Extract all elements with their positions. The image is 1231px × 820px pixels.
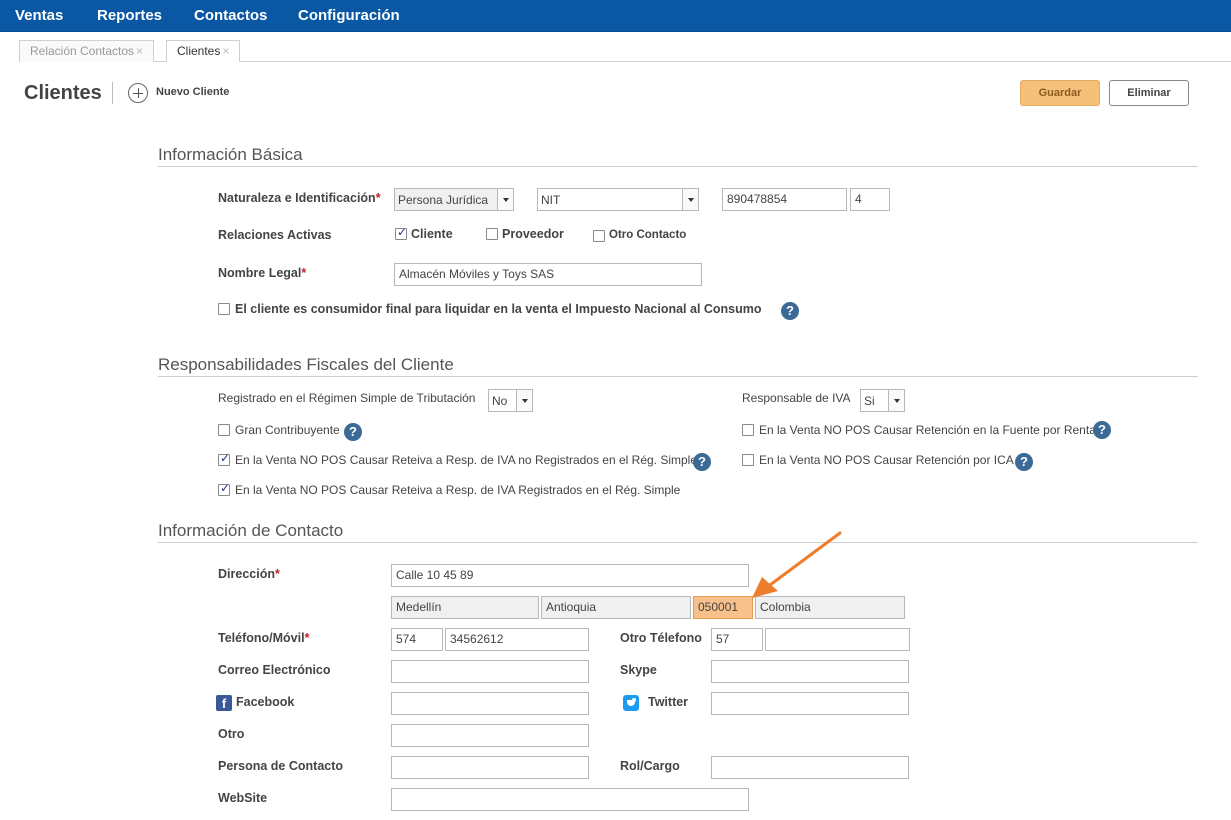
otro-telefono-numero-input[interactable]: [765, 628, 910, 651]
tab-relacion-contactos[interactable]: Relación Contactos ×: [19, 40, 155, 62]
nombre-legal-input[interactable]: Almacén Móviles y Toys SAS: [394, 263, 702, 286]
consumidor-final-checkbox[interactable]: [218, 303, 230, 315]
telefono-indicativo-input[interactable]: 574: [391, 628, 443, 651]
tab-label: Relación Contactos: [30, 44, 135, 58]
section-divider: [158, 376, 1198, 377]
cliente-checkbox[interactable]: [395, 225, 407, 240]
consumidor-final-label: El cliente es consumidor final para liqu…: [235, 302, 762, 316]
chevron-down-icon: [516, 390, 532, 411]
otro-telefono-label: Otro Télefono: [620, 631, 702, 645]
question-circle-icon[interactable]: ?: [781, 302, 799, 320]
iva-label: Responsable de IVA: [742, 391, 851, 405]
gran-contribuyente-checkbox[interactable]: [218, 424, 230, 436]
skype-label: Skype: [620, 663, 657, 677]
direccion-label: Dirección*: [218, 567, 280, 581]
website-input[interactable]: [391, 788, 749, 811]
retencion-ica-label: En la Venta NO POS Causar Retención por …: [759, 453, 1014, 467]
tab-label: Clientes: [177, 44, 221, 58]
nav-configuracion[interactable]: Configuración: [298, 0, 400, 32]
select-value: Persona Jurídica: [398, 193, 489, 207]
nav-ventas[interactable]: Ventas: [15, 0, 63, 32]
question-circle-icon[interactable]: ?: [1015, 453, 1033, 471]
facebook-input[interactable]: [391, 692, 589, 715]
tipo-persona-select[interactable]: Persona Jurídica: [394, 188, 514, 211]
rol-input[interactable]: [711, 756, 909, 779]
telefono-numero-input[interactable]: 34562612: [445, 628, 589, 651]
question-circle-icon[interactable]: ?: [344, 423, 362, 441]
annotation-arrow: [752, 531, 842, 598]
retencion-fuente-checkbox[interactable]: [742, 424, 754, 436]
delete-button[interactable]: Eliminar: [1109, 80, 1189, 106]
page-title: Clientes: [24, 82, 102, 104]
question-circle-icon[interactable]: ?: [1093, 421, 1111, 439]
skype-input[interactable]: [711, 660, 909, 683]
otro-contacto-checkbox[interactable]: [593, 230, 605, 242]
section-title-basic: Información Básica: [158, 145, 303, 164]
close-icon[interactable]: ×: [136, 44, 143, 58]
otro-input[interactable]: [391, 724, 589, 747]
reteiva-registrados-checkbox[interactable]: [218, 481, 230, 496]
rol-label: Rol/Cargo: [620, 759, 680, 773]
proveedor-checkbox[interactable]: [486, 228, 498, 240]
telefono-label: Teléfono/Móvil*: [218, 631, 310, 645]
website-label: WebSite: [218, 791, 268, 805]
retencion-ica-checkbox[interactable]: [742, 454, 754, 466]
numero-documento-input[interactable]: 890478854: [722, 188, 847, 211]
nombre-legal-label: Nombre Legal*: [218, 266, 307, 280]
top-navbar: [0, 0, 1231, 32]
new-client-button[interactable]: Nuevo Cliente: [156, 86, 229, 98]
reteiva-registrados-label: En la Venta NO POS Causar Reteiva a Resp…: [235, 483, 681, 497]
nav-contactos[interactable]: Contactos: [194, 0, 267, 32]
section-divider: [158, 542, 1198, 543]
section-divider: [158, 166, 1198, 167]
relaciones-label: Relaciones Activas: [218, 228, 332, 242]
proveedor-label: Proveedor: [502, 227, 564, 241]
save-button[interactable]: Guardar: [1020, 80, 1100, 106]
persona-contacto-input[interactable]: [391, 756, 589, 779]
tipo-documento-select[interactable]: NIT: [537, 188, 699, 211]
nav-reportes[interactable]: Reportes: [97, 0, 162, 32]
chevron-down-icon: [497, 189, 513, 210]
section-title-fiscal: Responsabilidades Fiscales del Cliente: [158, 355, 454, 374]
chevron-down-icon: [682, 189, 698, 210]
digito-verificacion-input[interactable]: 4: [850, 188, 890, 211]
cliente-label: Cliente: [411, 227, 453, 241]
tab-clientes[interactable]: Clientes ×: [166, 40, 241, 62]
persona-contacto-label: Persona de Contacto: [218, 759, 344, 773]
facebook-label: Facebook: [236, 695, 295, 709]
close-icon[interactable]: ×: [222, 44, 229, 58]
gran-contribuyente-label: Gran Contribuyente: [235, 423, 340, 437]
correo-label: Correo Electrónico: [218, 663, 331, 677]
departamento-input[interactable]: Antioquia: [541, 596, 691, 619]
iva-select[interactable]: Si: [860, 389, 905, 412]
reteiva-no-registrados-label: En la Venta NO POS Causar Reteiva a Resp…: [235, 453, 698, 467]
otro-contacto-label: Otro Contacto: [609, 229, 687, 241]
regimen-label: Registrado en el Régimen Simple de Tribu…: [218, 391, 476, 405]
ciudad-input[interactable]: Medellín: [391, 596, 539, 619]
twitter-label: Twitter: [648, 695, 689, 709]
select-value: No: [492, 394, 508, 408]
naturaleza-label: Naturaleza e Identificación*: [218, 191, 381, 205]
question-circle-icon[interactable]: ?: [693, 453, 711, 471]
title-divider: [112, 82, 113, 104]
select-value: NIT: [541, 193, 561, 207]
regimen-select[interactable]: No: [488, 389, 533, 412]
select-value: Si: [864, 394, 875, 408]
facebook-icon: f: [216, 695, 232, 711]
plus-circle-icon[interactable]: [128, 83, 148, 103]
reteiva-no-registrados-checkbox[interactable]: [218, 451, 230, 466]
otro-label: Otro: [218, 727, 245, 741]
otro-telefono-indicativo-input[interactable]: 57: [711, 628, 763, 651]
section-title-contact: Información de Contacto: [158, 521, 344, 540]
retencion-fuente-label: En la Venta NO POS Causar Retención en l…: [759, 423, 1096, 437]
direccion-input[interactable]: Calle 10 45 89: [391, 564, 749, 587]
twitter-icon: [623, 695, 639, 711]
chevron-down-icon: [888, 390, 904, 411]
twitter-input[interactable]: [711, 692, 909, 715]
correo-input[interactable]: [391, 660, 589, 683]
